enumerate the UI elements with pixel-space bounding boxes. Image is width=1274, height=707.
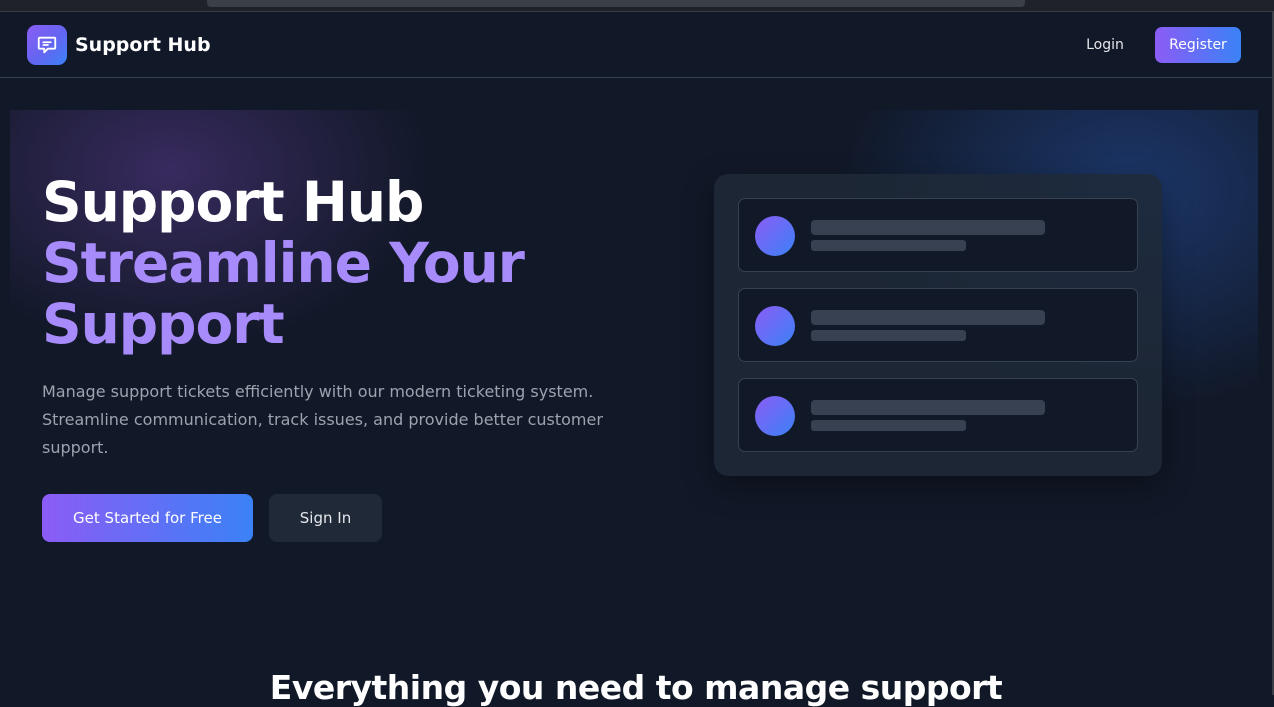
text-placeholder [811, 330, 966, 341]
avatar-placeholder [755, 396, 795, 436]
text-placeholder [811, 420, 966, 431]
hero-title-primary: Support Hub [42, 170, 424, 234]
logo [27, 25, 67, 65]
hero-title: Support Hub Streamline Your Support [42, 172, 662, 355]
hero-fade [10, 440, 1258, 695]
hero-title-accent: Streamline Your Support [42, 231, 525, 356]
avatar-placeholder [755, 306, 795, 346]
register-button[interactable]: Register [1155, 27, 1241, 63]
text-placeholder [811, 310, 1045, 325]
navbar: Support Hub Login Register [0, 13, 1272, 78]
ticket-preview-row [738, 378, 1138, 452]
ticket-preview-row [738, 198, 1138, 272]
chat-bubble-icon [37, 36, 57, 54]
text-placeholder [811, 220, 1045, 235]
avatar-placeholder [755, 216, 795, 256]
features-heading: Everything you need to manage support [269, 668, 1003, 707]
browser-top-strip [0, 0, 1274, 12]
ticket-preview-row [738, 288, 1138, 362]
ticket-preview-card [714, 174, 1162, 476]
brand-name: Support Hub [75, 34, 211, 56]
text-placeholder [811, 400, 1045, 415]
hero-description: Manage support tickets efficiently with … [42, 382, 603, 457]
login-button[interactable]: Login [1072, 27, 1138, 63]
text-placeholder [811, 240, 966, 251]
get-started-button[interactable]: Get Started for Free [42, 494, 253, 542]
sign-in-button[interactable]: Sign In [269, 494, 382, 542]
brand[interactable]: Support Hub [27, 25, 211, 65]
browser-tab-bar [207, 0, 1025, 7]
